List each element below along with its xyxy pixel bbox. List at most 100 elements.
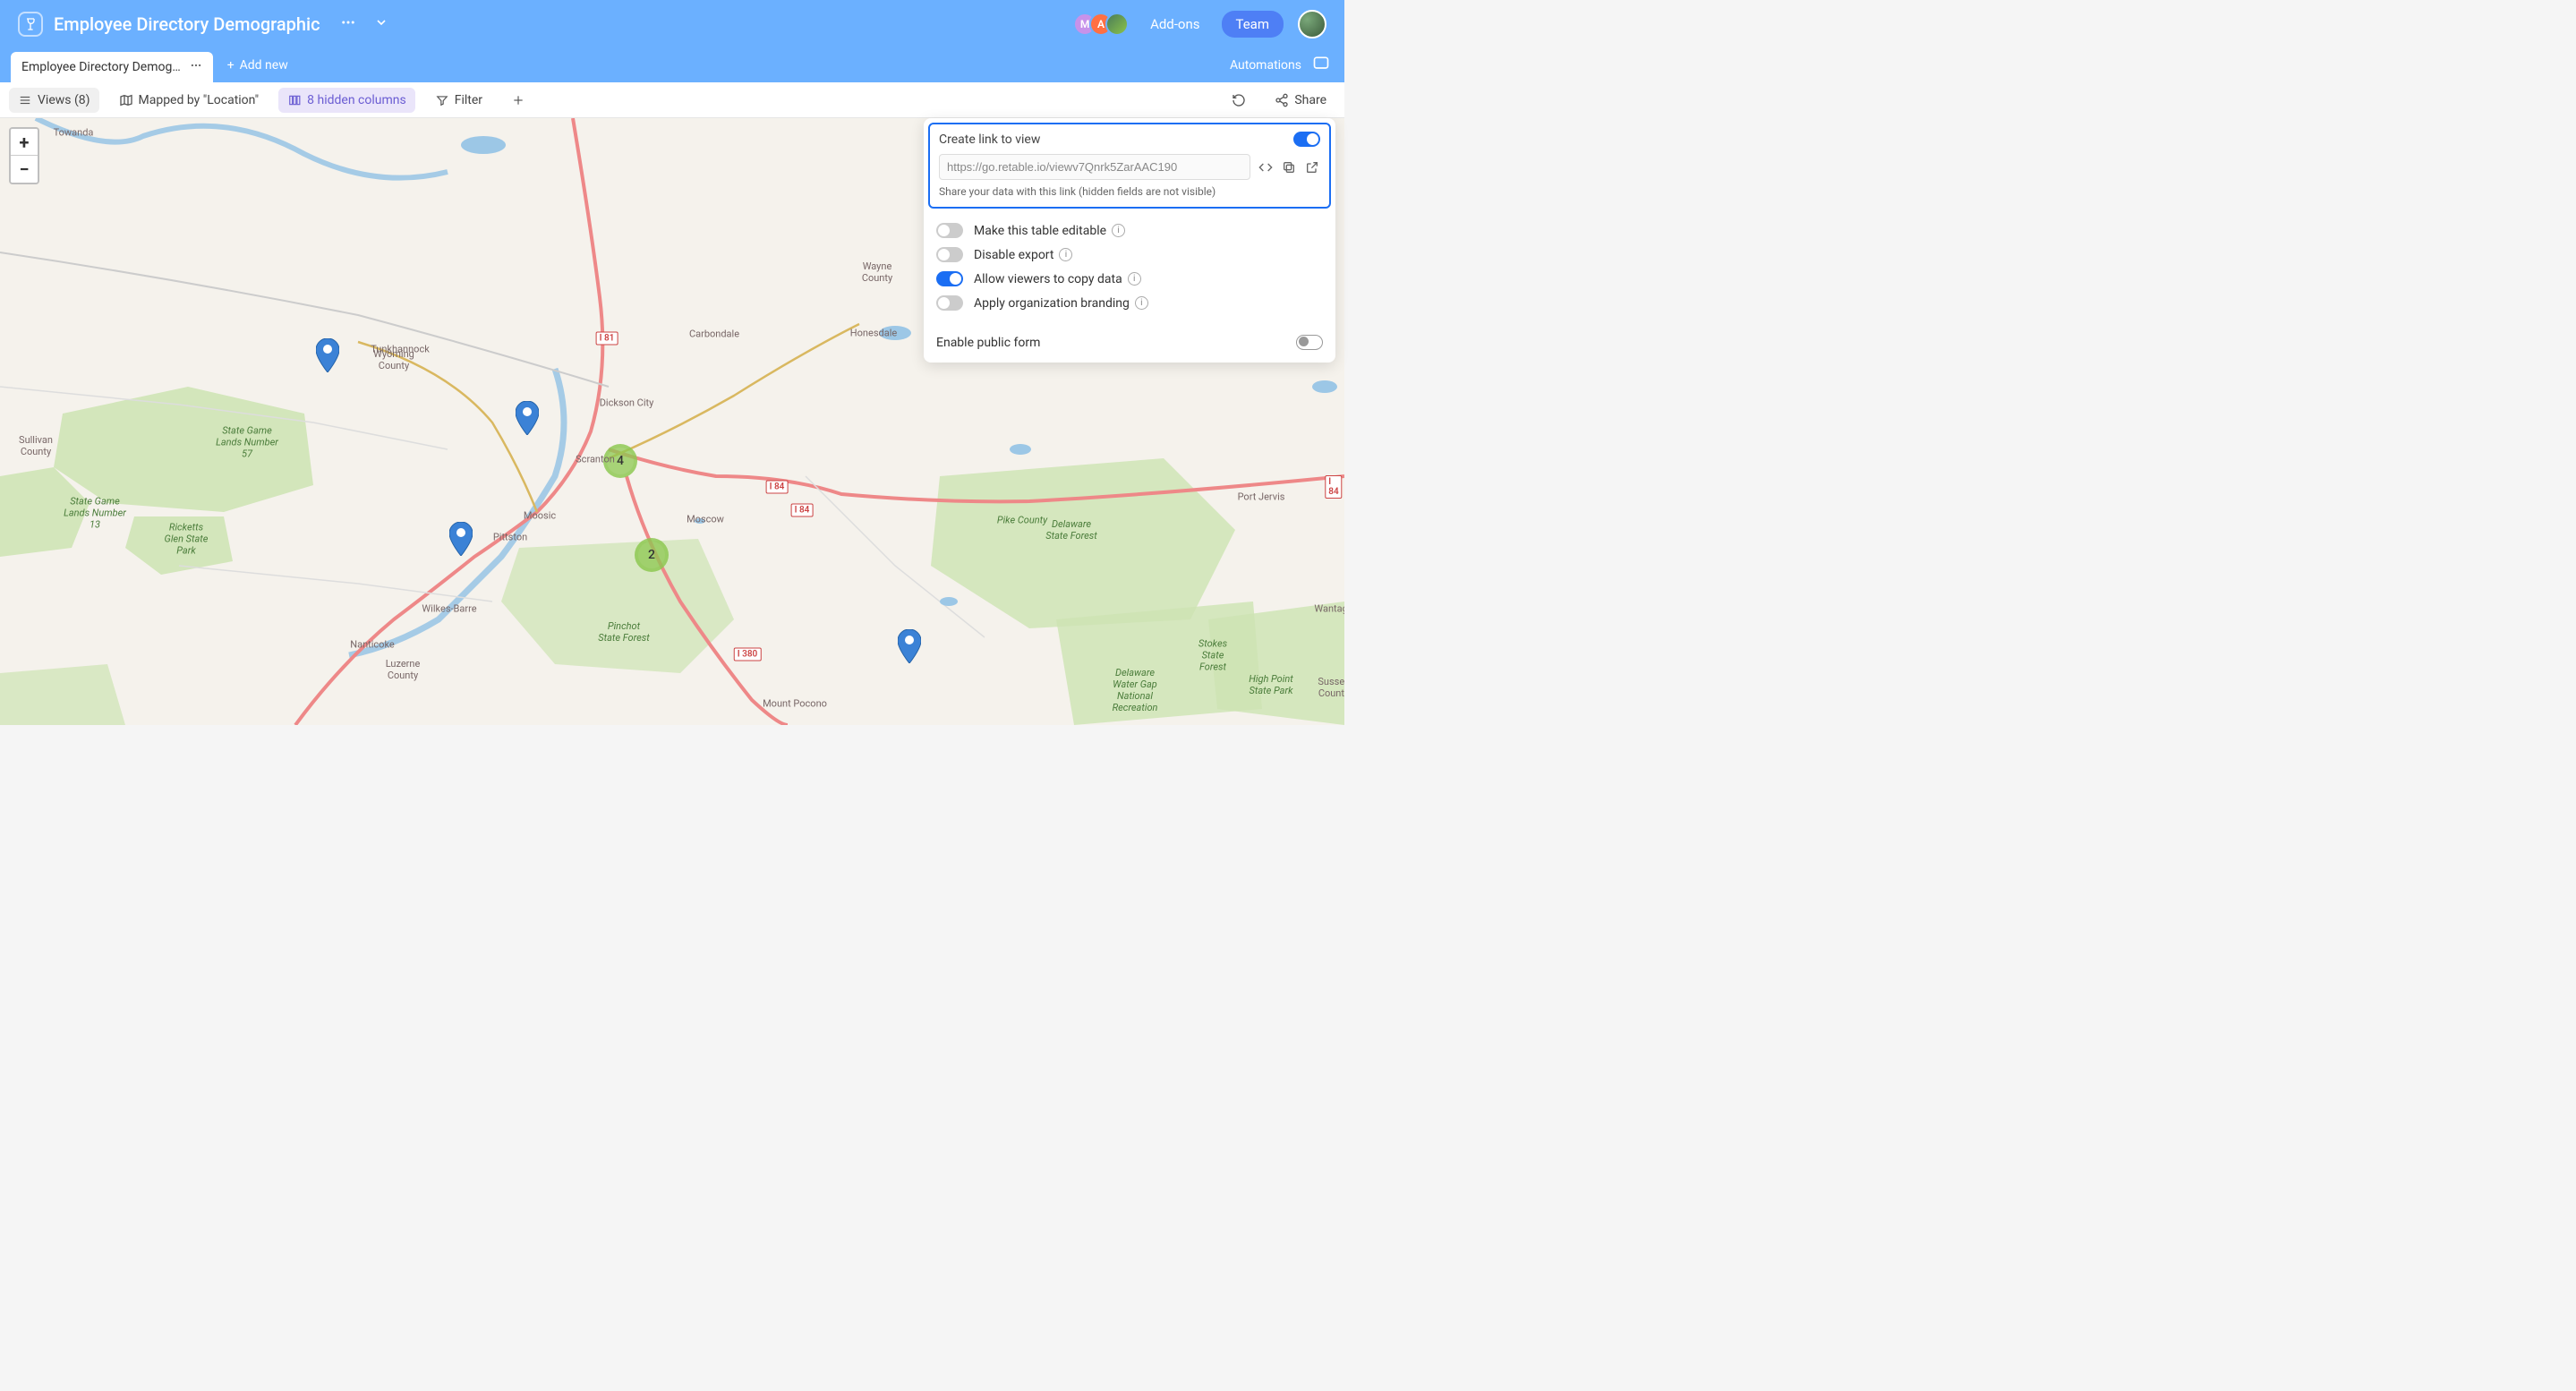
share-option-row: Disable exporti — [936, 243, 1323, 267]
plus-icon: + — [227, 58, 235, 73]
share-option-row: Apply organization brandingi — [936, 291, 1323, 315]
map-place-label: Scranton — [576, 454, 615, 465]
map-park-label: DelawareState Forest — [1045, 518, 1097, 542]
map-pin[interactable] — [316, 338, 339, 376]
filter-button[interactable]: Filter — [426, 88, 491, 113]
map-park-label: DelawareWater GapNationalRecreation — [1113, 667, 1158, 713]
info-icon[interactable]: i — [1128, 272, 1141, 286]
public-form-label: Enable public form — [936, 336, 1040, 350]
views-button[interactable]: Views (8) — [9, 88, 99, 113]
map-park-label: Pike County — [997, 515, 1047, 526]
app-header: Employee Directory Demographic M A Add-o… — [0, 0, 1344, 48]
share-panel-title: Create link to view — [939, 132, 1040, 147]
share-panel: Create link to view Share your data with… — [924, 118, 1335, 363]
hidden-cols-label: 8 hidden columns — [307, 93, 406, 107]
zoom-out-button[interactable]: − — [11, 156, 38, 183]
tabs-row: Employee Directory Demog… + Add new Auto… — [0, 48, 1344, 82]
app-title: Employee Directory Demographic — [54, 13, 320, 35]
share-option-row: Allow viewers to copy datai — [936, 267, 1323, 291]
share-option-toggle[interactable] — [936, 247, 963, 262]
map-place-label: WayneCounty — [862, 260, 892, 284]
views-label: Views (8) — [38, 93, 90, 107]
map-place-label: Nanticoke — [350, 639, 395, 651]
info-icon[interactable]: i — [1112, 224, 1125, 237]
info-icon[interactable]: i — [1059, 248, 1072, 261]
view-toolbar: Views (8) Mapped by "Location" 8 hidden … — [0, 82, 1344, 118]
map-place-label: LuzerneCounty — [386, 658, 421, 681]
tab-more-icon[interactable] — [190, 59, 202, 75]
map-place-label: SussexCounty — [1318, 676, 1344, 699]
tab-active[interactable]: Employee Directory Demog… — [11, 52, 213, 82]
share-link-input[interactable] — [939, 154, 1250, 180]
history-button[interactable] — [1223, 88, 1255, 113]
hidden-columns-button[interactable]: 8 hidden columns — [278, 88, 415, 113]
plus-icon — [511, 93, 525, 107]
tab-label: Employee Directory Demog… — [21, 60, 181, 74]
copy-icon[interactable] — [1281, 159, 1297, 175]
chevron-down-icon[interactable] — [371, 12, 392, 37]
share-option-label: Disable exporti — [974, 248, 1323, 262]
add-toolbar-button[interactable] — [502, 88, 534, 113]
create-link-toggle[interactable] — [1293, 132, 1320, 147]
share-option-toggle[interactable] — [936, 295, 963, 311]
avatar — [1105, 13, 1129, 36]
map-park-label: PinchotState Forest — [598, 620, 650, 644]
share-label: Share — [1294, 93, 1326, 107]
map-pin[interactable] — [449, 522, 473, 559]
map-place-label: Dickson City — [600, 397, 654, 409]
mapped-label: Mapped by "Location" — [139, 93, 260, 107]
map-park-label: RickettsGlen StatePark — [165, 522, 209, 557]
map-place-label: Carbondale — [689, 329, 739, 340]
map-place-label: Port Jervis — [1238, 491, 1285, 503]
filter-icon — [435, 93, 449, 107]
route-badge: I 380 — [734, 648, 762, 661]
share-option-toggle[interactable] — [936, 271, 963, 286]
columns-icon — [287, 93, 302, 107]
map-place-label: Honesdale — [850, 328, 897, 339]
route-badge: I 84 — [766, 481, 789, 494]
share-option-label: Make this table editablei — [974, 224, 1323, 238]
map-place-label: Moosic — [524, 510, 556, 522]
mapped-by-button[interactable]: Mapped by "Location" — [110, 88, 269, 113]
user-avatar[interactable] — [1298, 10, 1326, 38]
route-badge: I 84 — [1325, 475, 1342, 499]
open-external-icon[interactable] — [1304, 159, 1320, 175]
share-icon — [1275, 93, 1289, 107]
map-icon — [119, 93, 133, 107]
app-logo-icon — [18, 12, 43, 37]
info-icon[interactable]: i — [1135, 296, 1148, 310]
zoom-in-button[interactable]: + — [11, 129, 38, 156]
header-more-icon[interactable] — [337, 11, 360, 38]
map-park-label: StokesStateForest — [1198, 638, 1227, 673]
map-cluster[interactable]: 2 — [635, 538, 669, 572]
share-option-label: Allow viewers to copy datai — [974, 272, 1323, 286]
add-new-label: Add new — [240, 58, 288, 73]
map-pin[interactable] — [898, 629, 921, 667]
share-hint: Share your data with this link (hidden f… — [939, 185, 1320, 198]
collaborator-avatars[interactable]: M A — [1073, 13, 1129, 36]
automations-link[interactable]: Automations — [1230, 58, 1301, 73]
map-park-label: State GameLands Number57 — [216, 425, 278, 460]
map-pin[interactable] — [516, 401, 539, 439]
map-park-label: State GameLands Number13 — [64, 496, 126, 531]
history-icon — [1232, 93, 1246, 107]
menu-icon — [18, 93, 32, 107]
map-park-label: High PointState Park — [1249, 673, 1293, 696]
map-place-label: WyomingCounty — [373, 348, 414, 371]
share-option-label: Apply organization brandingi — [974, 296, 1323, 311]
filter-label: Filter — [455, 93, 482, 107]
map-place-label: Moscow — [687, 514, 724, 525]
map-place-label: Pittston — [493, 532, 527, 543]
zoom-controls: + − — [9, 127, 39, 184]
share-option-toggle[interactable] — [936, 223, 963, 238]
chat-icon[interactable] — [1309, 51, 1334, 80]
route-badge: I 84 — [791, 504, 814, 517]
embed-icon[interactable] — [1258, 159, 1274, 175]
map-place-label: Towanda — [54, 127, 94, 139]
team-button[interactable]: Team — [1222, 11, 1284, 38]
add-new-tab-button[interactable]: + Add new — [227, 58, 288, 73]
addons-link[interactable]: Add-ons — [1150, 16, 1199, 32]
share-button[interactable]: Share — [1266, 88, 1335, 113]
public-form-toggle[interactable] — [1296, 335, 1323, 350]
map-place-label: SullivanCounty — [19, 434, 53, 457]
